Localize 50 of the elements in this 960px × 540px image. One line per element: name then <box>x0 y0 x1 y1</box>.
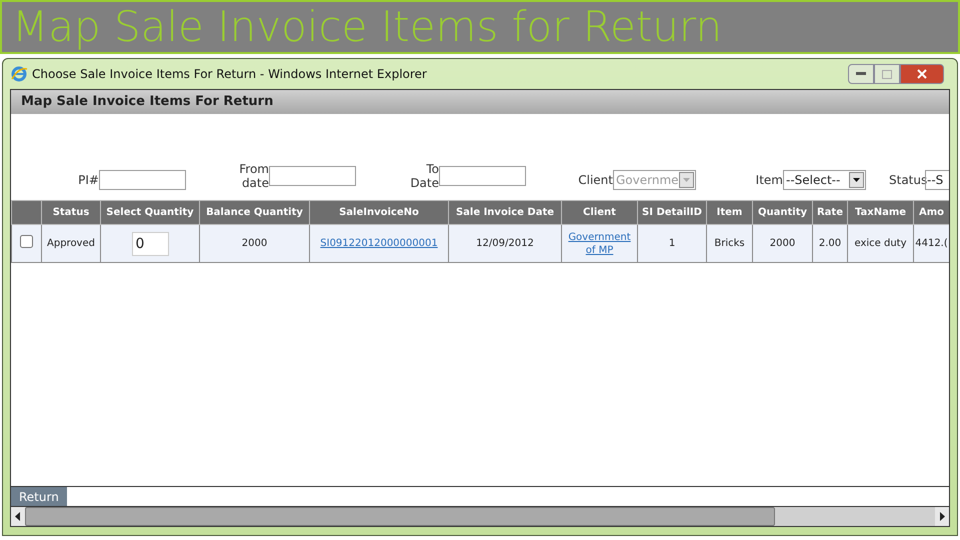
return-button[interactable]: Return <box>11 487 67 506</box>
column-header: SaleInvoiceNo <box>338 206 420 220</box>
filter-input[interactable] <box>439 166 526 186</box>
filter-label: Client <box>577 173 613 187</box>
filter-label: Item <box>754 173 783 187</box>
close-icon <box>917 69 927 79</box>
maximize-button[interactable] <box>874 64 900 84</box>
table-cell-text: 1 <box>668 238 676 249</box>
close-button[interactable] <box>900 64 944 84</box>
slide-title: Map Sale Invoice Items for Return <box>12 6 722 48</box>
maximize-icon <box>882 70 892 78</box>
quantity-input[interactable]: 0 <box>132 232 168 256</box>
column-header: Select Quantity <box>105 206 195 220</box>
minimize-button[interactable] <box>848 64 874 84</box>
window-title: Choose Sale Invoice Items For Return - Windows Internet Explorer <box>32 66 427 83</box>
minimize-icon <box>856 72 866 76</box>
column-header: Sale Invoice Date <box>454 206 556 220</box>
column-header: Rate <box>816 206 844 220</box>
table-cell-text: 2.00 <box>818 238 842 249</box>
table-cell-text: 12/09/2012 <box>476 238 534 249</box>
dropdown-value: --Select-- <box>786 172 840 189</box>
table-cell-text: Bricks <box>714 238 745 249</box>
table-cell-text: 2000 <box>242 238 268 249</box>
filter-label: PI# <box>77 173 99 187</box>
panel-title: Map Sale Invoice Items For Return <box>21 93 274 112</box>
filter-dropdown[interactable]: --Select-- <box>783 170 866 190</box>
filter-input[interactable] <box>269 166 356 186</box>
table-cell-text: exice duty <box>854 238 907 249</box>
filter-label: Status <box>889 173 925 187</box>
table-cell-text: Approved <box>47 238 95 249</box>
column-header: Quantity <box>757 206 808 220</box>
column-header: Balance Quantity <box>205 206 304 220</box>
table-cell-text: 2000 <box>770 238 796 249</box>
column-header: Item <box>716 206 744 220</box>
dropdown-caret-icon[interactable] <box>849 172 864 188</box>
dropdown-value: Governme <box>616 172 679 189</box>
filter-input[interactable] <box>99 170 186 190</box>
scrollbar-thumb[interactable] <box>25 507 775 526</box>
column-header: Status <box>52 206 90 220</box>
row-checkbox[interactable] <box>20 234 33 248</box>
table-cell-text: 4412.( <box>915 238 948 249</box>
column-header: TaxName <box>854 206 908 220</box>
column-header: Amo <box>918 206 946 220</box>
browser-logo-icon <box>10 65 28 83</box>
column-header: Client <box>582 206 617 220</box>
column-header: SI DetailID <box>641 206 703 220</box>
filter-label: To Date <box>409 162 439 190</box>
filter-label: From date <box>238 162 269 190</box>
horizontal-scrollbar[interactable] <box>11 506 949 526</box>
filter-dropdown[interactable]: --S <box>925 170 949 190</box>
